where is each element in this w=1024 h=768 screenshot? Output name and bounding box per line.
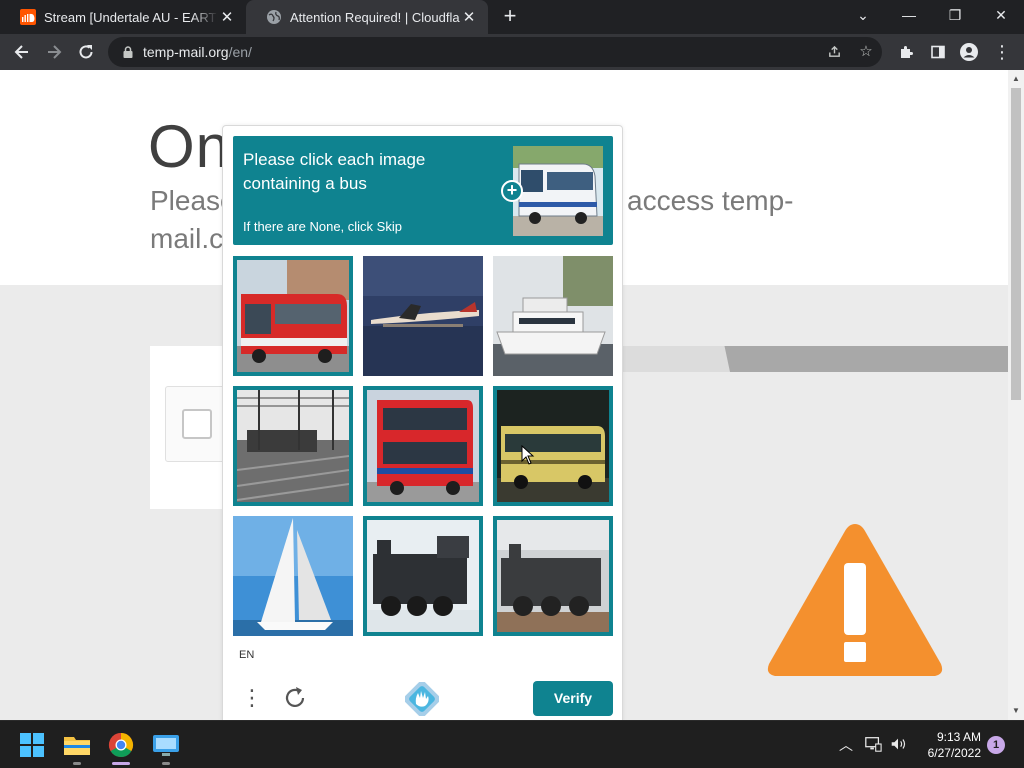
- page-heading: On: [148, 113, 231, 180]
- tab-title: Attention Required! | Cloudflare: [290, 9, 460, 25]
- address-bar[interactable]: temp-mail.org/en/ ☆: [108, 37, 882, 67]
- tab-title: Stream [Undertale AU - EARTHSE: [44, 9, 218, 25]
- restore-button[interactable]: ❐: [932, 0, 978, 32]
- start-icon[interactable]: [16, 729, 48, 761]
- scroll-down-icon[interactable]: ▼: [1008, 704, 1024, 718]
- profile-icon[interactable]: [955, 38, 983, 66]
- scroll-up-icon[interactable]: ▲: [1008, 72, 1024, 86]
- forward-icon[interactable]: [40, 38, 68, 66]
- app-indicator: [73, 762, 81, 765]
- close-window-button[interactable]: ✕: [978, 0, 1024, 32]
- remote-desktop-icon[interactable]: [150, 729, 182, 761]
- challenge-prompt: Please click each image containing a bus: [243, 150, 426, 193]
- tile-steam-locomotive[interactable]: [363, 516, 483, 636]
- tab-strip: Stream [Undertale AU - EARTHSE ✕ Attenti…: [0, 0, 1024, 34]
- tab-cloudflare[interactable]: Attention Required! | Cloudflare ✕: [246, 0, 488, 34]
- clock-date: 6/27/2022: [927, 746, 981, 760]
- extensions-icon[interactable]: [892, 38, 920, 66]
- close-tab-icon[interactable]: ✕: [218, 8, 236, 26]
- language-selector[interactable]: EN: [239, 649, 254, 661]
- windows-taskbar: ︿ 9:13 AM 6/27/2022 1: [0, 720, 1024, 768]
- browser-toolbar: temp-mail.org/en/ ☆ ⋮: [0, 34, 1024, 70]
- soundcloud-icon: [20, 9, 36, 25]
- tile-railway-tracks[interactable]: [233, 386, 353, 506]
- tile-sailboat[interactable]: [233, 516, 353, 636]
- decorative-stripe-light: [620, 346, 730, 372]
- warning-icon: [767, 524, 943, 676]
- example-image-bus: [513, 146, 603, 236]
- scroll-thumb[interactable]: [1011, 88, 1021, 400]
- show-hidden-icons-icon[interactable]: ︿: [836, 735, 856, 755]
- clock-time: 9:13 AM: [936, 730, 981, 744]
- share-icon[interactable]: [820, 37, 848, 67]
- page-scrollbar[interactable]: ▲ ▼: [1008, 70, 1024, 720]
- expand-example-icon[interactable]: +: [501, 180, 523, 202]
- tile-double-decker-bus[interactable]: [363, 386, 483, 506]
- chrome-icon[interactable]: [105, 729, 137, 761]
- close-tab-icon[interactable]: ✕: [460, 8, 478, 26]
- tile-steam-locomotive[interactable]: [493, 516, 613, 636]
- tab-soundcloud[interactable]: Stream [Undertale AU - EARTHSE ✕: [0, 0, 246, 34]
- network-icon[interactable]: [863, 735, 883, 756]
- hcaptcha-logo-icon[interactable]: [403, 680, 441, 718]
- file-explorer-icon[interactable]: [61, 729, 93, 761]
- notification-badge[interactable]: 1: [987, 736, 1005, 754]
- hcaptcha-challenge: Please click each image containing a bus…: [222, 125, 623, 725]
- lock-icon[interactable]: [121, 45, 135, 59]
- minimize-button[interactable]: —: [886, 0, 932, 32]
- url-text: temp-mail.org/en/: [143, 44, 252, 60]
- tab-search-icon[interactable]: ⌄: [840, 0, 886, 32]
- side-panel-icon[interactable]: [924, 38, 952, 66]
- app-indicator: [162, 762, 170, 765]
- subtitle-line-2: mail.c: [150, 223, 224, 254]
- menu-icon[interactable]: ⋮: [988, 38, 1016, 66]
- reload-icon[interactable]: [72, 38, 100, 66]
- globe-icon: [266, 9, 282, 25]
- tile-yellow-bus[interactable]: [493, 386, 613, 506]
- app-indicator-active: [112, 762, 130, 765]
- refresh-icon[interactable]: [281, 684, 309, 712]
- mouse-cursor-icon: [521, 445, 535, 465]
- url-path: /en/: [228, 44, 252, 60]
- tile-motor-yacht[interactable]: [493, 256, 613, 376]
- new-tab-button[interactable]: +: [498, 4, 522, 28]
- url-host: temp-mail.org: [143, 44, 229, 60]
- verify-button[interactable]: Verify: [533, 681, 613, 716]
- subtitle-right: access temp-: [627, 185, 794, 216]
- verify-checkbox[interactable]: [182, 409, 212, 439]
- volume-icon[interactable]: [888, 735, 908, 756]
- challenge-header: Please click each image containing a bus…: [233, 136, 613, 245]
- tile-seaplane[interactable]: [363, 256, 483, 376]
- bookmark-star-icon[interactable]: ☆: [852, 37, 880, 67]
- challenge-grid: [233, 256, 613, 636]
- back-icon[interactable]: [8, 38, 36, 66]
- system-clock[interactable]: 9:13 AM 6/27/2022: [915, 729, 981, 761]
- challenge-hint: If there are None, click Skip: [243, 219, 402, 234]
- more-options-icon[interactable]: ⋮: [241, 684, 263, 712]
- tile-red-bus[interactable]: [233, 256, 353, 376]
